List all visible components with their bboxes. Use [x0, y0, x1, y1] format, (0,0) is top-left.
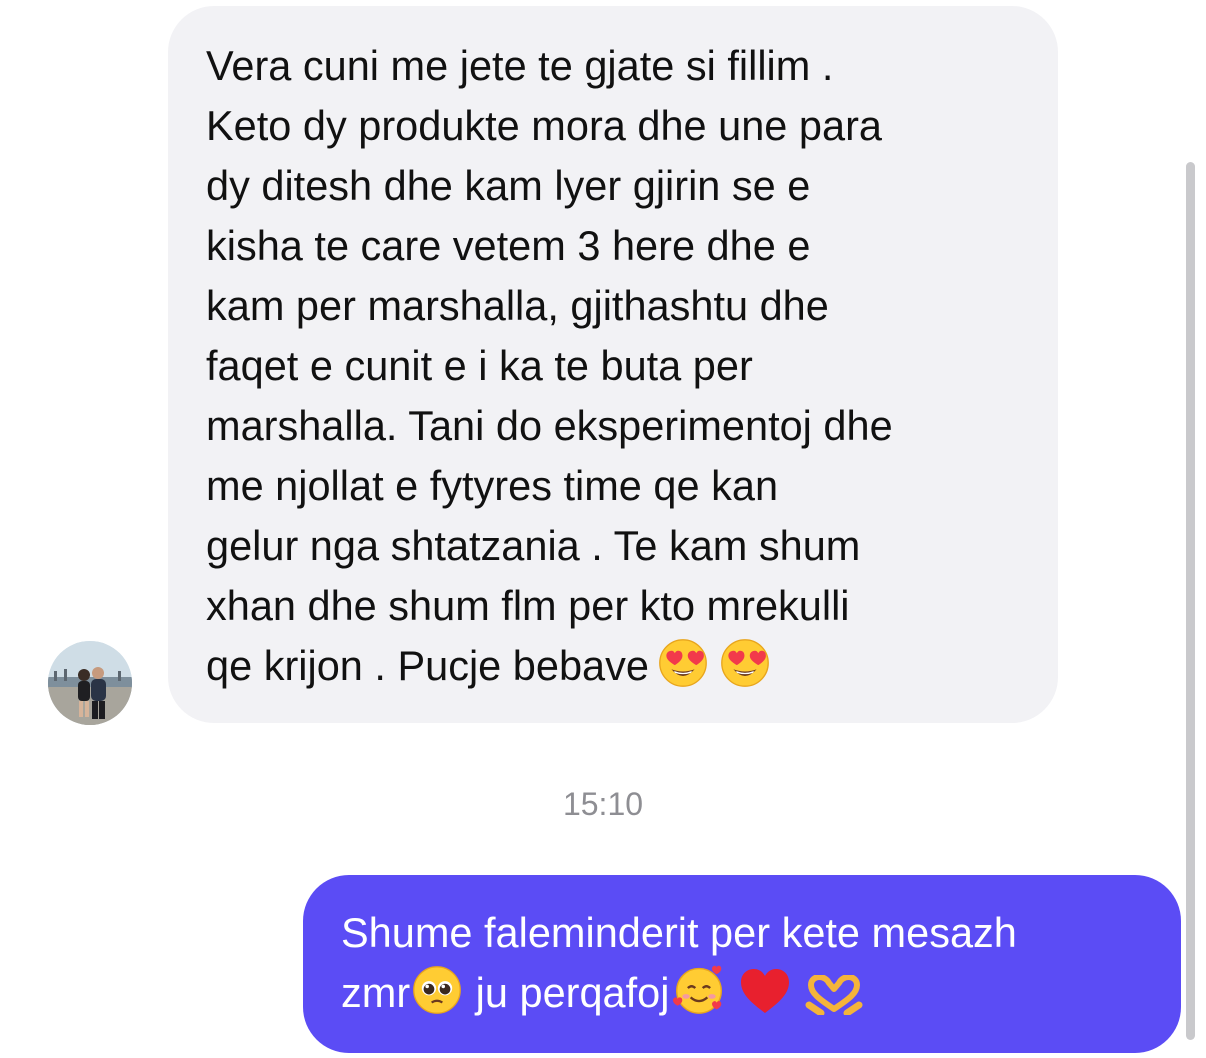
incoming-message-body: Vera cuni me jete te gjate si fillim . K…	[206, 42, 893, 689]
outgoing-message-line-1: Shume faleminderit per kete mesazh	[341, 909, 1017, 956]
message-thread[interactable]: Vera cuni me jete te gjate si fillim . K…	[0, 0, 1206, 1058]
pleading-face-emoji-icon	[410, 965, 464, 1031]
smiling-face-with-hearts-emoji-icon	[669, 963, 729, 1031]
avatar-photo-icon	[48, 641, 132, 725]
message-timestamp: 15:10	[562, 786, 644, 822]
outgoing-message-bubble[interactable]: Shume faleminderit per kete mesazh zmr j…	[303, 875, 1181, 1053]
outgoing-text-part-2: ju perqafoj	[464, 969, 670, 1016]
outgoing-text-part-1: zmr	[341, 969, 411, 1016]
heart-hands-emoji-icon	[805, 971, 863, 1031]
heart-eyes-emoji-icon	[655, 638, 711, 704]
incoming-message-bubble[interactable]: Vera cuni me jete te gjate si fillim . K…	[168, 6, 1058, 723]
outgoing-message-line-2: zmr ju perqafoj	[341, 963, 1151, 1031]
scroll-indicator[interactable]	[1186, 162, 1195, 1040]
sender-avatar[interactable]	[48, 641, 132, 725]
red-heart-emoji-icon	[739, 967, 791, 1031]
incoming-message-text: Vera cuni me jete te gjate si fillim . K…	[206, 36, 1018, 704]
heart-eyes-emoji-icon	[717, 638, 773, 704]
